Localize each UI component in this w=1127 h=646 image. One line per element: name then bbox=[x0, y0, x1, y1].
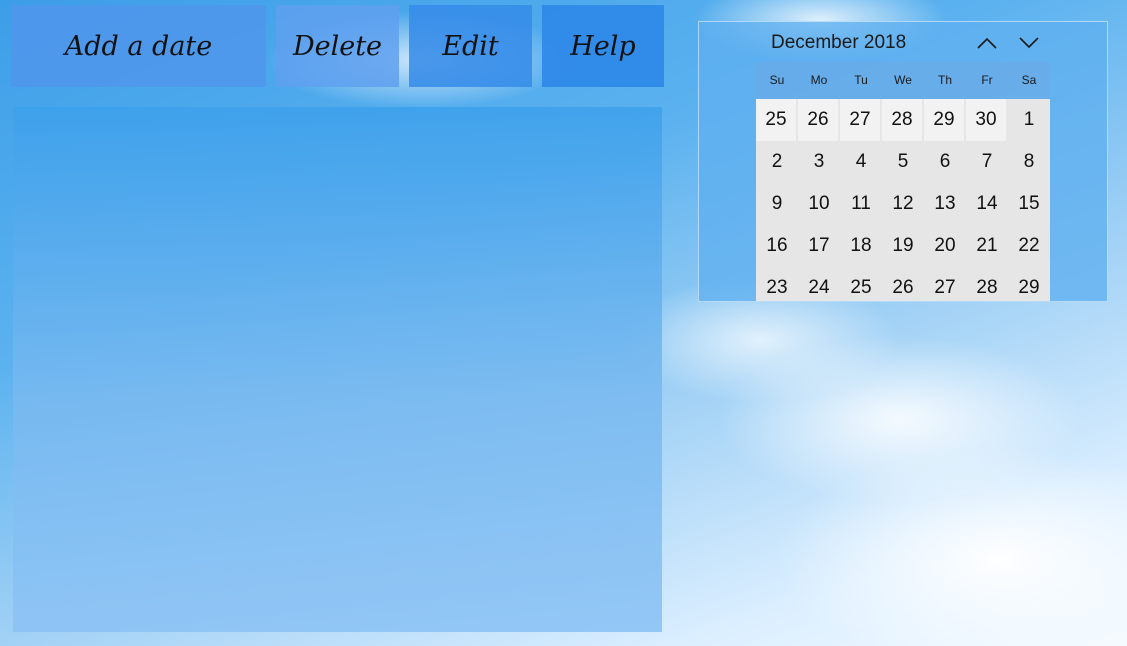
calendar-day[interactable]: 25 bbox=[756, 99, 798, 141]
edit-button[interactable]: Edit bbox=[409, 5, 532, 87]
calendar-day[interactable]: 29 bbox=[924, 99, 966, 141]
calendar-day[interactable]: 22 bbox=[1008, 225, 1050, 267]
calendar-day[interactable]: 14 bbox=[966, 183, 1008, 225]
calendar-day[interactable]: 11 bbox=[840, 183, 882, 225]
weekday-label: Th bbox=[937, 73, 952, 87]
calendar-month-header[interactable]: December 2018 bbox=[771, 32, 906, 54]
calendar-day[interactable]: 16 bbox=[756, 225, 798, 267]
calendar-day[interactable]: 21 bbox=[966, 225, 1008, 267]
calendar-day[interactable]: 9 bbox=[756, 183, 798, 225]
calendar-day[interactable]: 29 bbox=[1008, 267, 1050, 301]
delete-button[interactable]: Delete bbox=[276, 5, 399, 87]
calendar-day[interactable]: 26 bbox=[798, 99, 840, 141]
help-button[interactable]: Help bbox=[542, 5, 664, 87]
dates-list-panel[interactable] bbox=[13, 107, 662, 632]
calendar-day[interactable]: 23 bbox=[756, 267, 798, 301]
calendar-day[interactable]: 8 bbox=[1008, 141, 1050, 183]
calendar-day[interactable]: 28 bbox=[966, 267, 1008, 301]
calendar-day[interactable]: 15 bbox=[1008, 183, 1050, 225]
weekday-label: We bbox=[894, 73, 912, 87]
chevron-up-icon[interactable] bbox=[969, 28, 1005, 58]
calendar-day[interactable]: 28 bbox=[882, 99, 924, 141]
calendar-day[interactable]: 1 bbox=[1008, 99, 1050, 141]
calendar-view[interactable]: December 2018 Su Mo Tu We Th Fr Sa 25 26 27 28 29 3… bbox=[698, 21, 1108, 302]
calendar-day[interactable]: 26 bbox=[882, 267, 924, 301]
calendar-day[interactable]: 7 bbox=[966, 141, 1008, 183]
calendar-day[interactable]: 6 bbox=[924, 141, 966, 183]
calendar-days-grid: 25 26 27 28 29 30 1 2 3 4 5 6 7 8 9 10 11 12 13 14 15 16 17 18 1… bbox=[756, 99, 1050, 301]
calendar-day[interactable]: 3 bbox=[798, 141, 840, 183]
calendar-day[interactable]: 24 bbox=[798, 267, 840, 301]
calendar-day[interactable]: 30 bbox=[966, 99, 1008, 141]
calendar-day[interactable]: 10 bbox=[798, 183, 840, 225]
calendar-day[interactable]: 5 bbox=[882, 141, 924, 183]
weekday-label: Tu bbox=[854, 73, 868, 87]
weekday-label: Fr bbox=[981, 73, 993, 87]
calendar-day[interactable]: 12 bbox=[882, 183, 924, 225]
calendar-day[interactable]: 19 bbox=[882, 225, 924, 267]
add-date-button[interactable]: Add a date bbox=[11, 5, 266, 87]
calendar-day[interactable]: 13 bbox=[924, 183, 966, 225]
weekday-label: Sa bbox=[1021, 73, 1037, 87]
calendar-day[interactable]: 27 bbox=[924, 267, 966, 301]
calendar-day[interactable]: 4 bbox=[840, 141, 882, 183]
weekday-label: Mo bbox=[810, 73, 828, 87]
calendar-day[interactable]: 25 bbox=[840, 267, 882, 301]
weekday-label: Su bbox=[769, 73, 785, 87]
weekday-header-row: Su Mo Tu We Th Fr Sa bbox=[756, 62, 1050, 99]
calendar-day[interactable]: 17 bbox=[798, 225, 840, 267]
calendar-day[interactable]: 2 bbox=[756, 141, 798, 183]
calendar-day[interactable]: 18 bbox=[840, 225, 882, 267]
calendar-day[interactable]: 27 bbox=[840, 99, 882, 141]
chevron-down-icon[interactable] bbox=[1011, 28, 1047, 58]
calendar-day[interactable]: 20 bbox=[924, 225, 966, 267]
